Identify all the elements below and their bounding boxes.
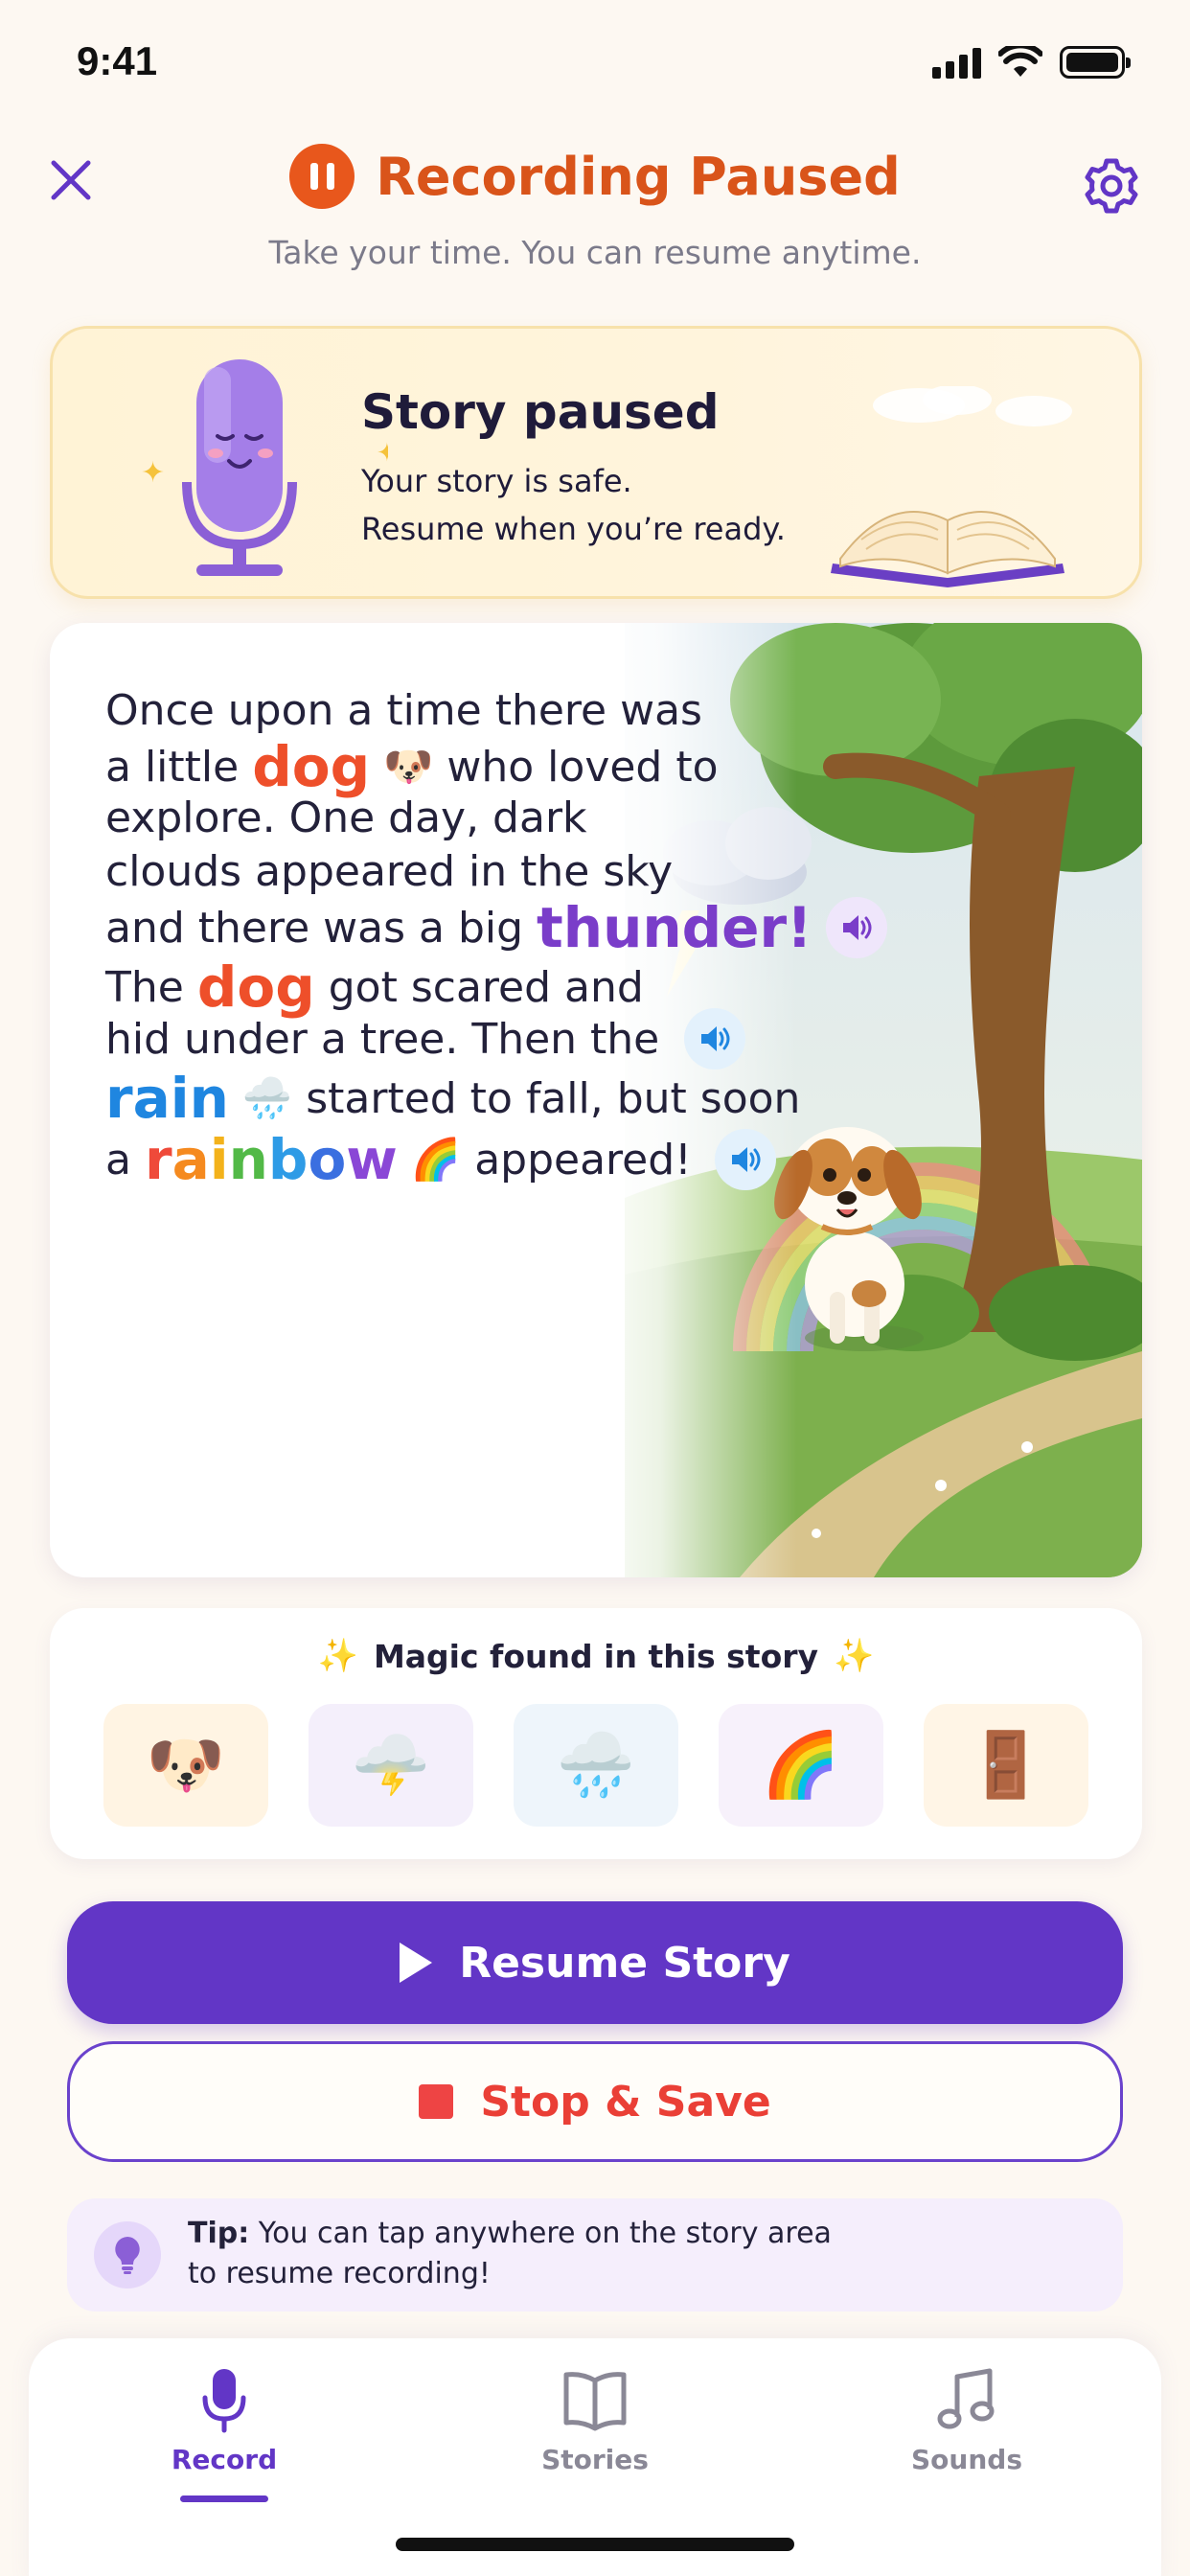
book-icon — [563, 2372, 627, 2431]
stop-label: Stop & Save — [480, 2077, 771, 2127]
rainbow-letter: i — [209, 1127, 229, 1192]
rainbow-letter: a — [172, 1127, 210, 1192]
rain-cloud-icon: 🌧️ — [241, 1074, 293, 1121]
story-text: clouds appeared in the sky — [105, 847, 674, 896]
gear-icon — [1085, 158, 1138, 214]
tip-line-2: to resume recording! — [188, 2257, 491, 2290]
story-line: Once upon a time there was — [105, 686, 702, 735]
rain-cloud-icon[interactable]: 🌧️ — [514, 1704, 678, 1827]
tab-stories[interactable]: Stories — [490, 2367, 700, 2501]
magic-title-row: ✨ Magic found in this story ✨ — [50, 1637, 1142, 1675]
battery-icon — [1060, 46, 1131, 79]
microphone-mascot-icon: ✦ ✦ — [141, 359, 388, 576]
rainbow-icon: 🌈 — [410, 1136, 462, 1183]
rainbow-icon[interactable]: 🌈 — [719, 1704, 883, 1827]
story-text: who loved to — [446, 742, 719, 792]
tip-prefix: Tip: — [188, 2217, 250, 2250]
story-line: hid under a tree. Then the — [105, 1008, 746, 1070]
speaker-icon — [731, 1147, 761, 1172]
story-text: hid under a tree. Then the — [105, 1014, 660, 1064]
story-line: explore. One day, dark — [105, 794, 587, 842]
story-text: started to fall, but soon — [306, 1073, 801, 1123]
dog-icon: 🐶 — [383, 743, 434, 790]
pause-icon — [289, 144, 355, 209]
settings-button[interactable] — [1081, 155, 1142, 217]
paused-title: Story paused — [361, 384, 720, 440]
story-line: a rainbow 🌈 appeared! — [105, 1127, 776, 1192]
sparkle-icon: ✨ — [834, 1637, 875, 1675]
keyword-thunder[interactable]: thunder! — [537, 895, 812, 960]
play-sound-button[interactable] — [684, 1008, 746, 1070]
play-icon — [400, 1943, 433, 1983]
speaker-icon — [701, 1026, 730, 1051]
story-text: a — [105, 1135, 131, 1184]
microphone-icon — [202, 2369, 246, 2433]
story-area[interactable]: Once upon a time there was a little dog … — [50, 623, 1142, 1577]
home-indicator — [396, 2538, 794, 2551]
lightbulb-icon — [94, 2221, 161, 2288]
rainbow-letter: b — [267, 1127, 309, 1192]
story-text: Once upon a time there was — [105, 686, 702, 735]
keyword-rain[interactable]: rain — [105, 1066, 229, 1131]
tip-line-1: You can tap anywhere on the story area — [258, 2217, 832, 2250]
story-paused-card: ✦ ✦ Story paused Your story is safe. Res… — [50, 326, 1142, 599]
tab-label: Stories — [541, 2444, 649, 2475]
resume-label: Resume Story — [459, 1938, 790, 1988]
story-line: clouds appeared in the sky — [105, 847, 673, 896]
magic-title: Magic found in this story — [373, 1637, 819, 1675]
play-thunder-sound-button[interactable] — [825, 897, 887, 958]
open-book-icon — [831, 386, 1072, 587]
tab-label: Record — [171, 2444, 278, 2475]
play-rainbow-sound-button[interactable] — [714, 1129, 776, 1190]
tab-record[interactable]: Record — [119, 2367, 330, 2502]
dog-icon[interactable]: 🐶 — [103, 1704, 268, 1827]
status-time: 9:41 — [77, 38, 158, 83]
page-title: Recording Paused — [376, 146, 901, 207]
rainbow-letter: w — [346, 1127, 398, 1192]
thunder-cloud-icon[interactable]: 🌩️ — [309, 1704, 473, 1827]
story-text: a little — [105, 742, 240, 792]
keyword-dog[interactable]: dog — [252, 734, 370, 799]
story-text: The — [105, 962, 184, 1012]
active-tab-indicator — [180, 2496, 268, 2502]
tab-sounds[interactable]: Sounds — [861, 2367, 1072, 2501]
rainbow-letter: n — [228, 1127, 268, 1192]
rainbow-letter: o — [308, 1127, 347, 1192]
story-text: and there was a big — [105, 903, 524, 953]
wifi-icon — [998, 46, 1042, 77]
svg-text:✦: ✦ — [141, 456, 165, 490]
stop-icon — [419, 2084, 454, 2119]
speaker-icon — [842, 915, 872, 940]
tip-text: Tip: You can tap anywhere on the story a… — [188, 2214, 832, 2294]
page-subtitle: Take your time. You can resume anytime. — [268, 234, 922, 271]
story-text: explore. One day, dark — [105, 794, 587, 842]
cellular-signal-icon — [932, 46, 981, 79]
story-text: got scared and — [328, 962, 644, 1012]
status-icons — [932, 46, 1131, 79]
sparkle-icon: ✨ — [317, 1637, 358, 1675]
paused-message-line-1: Your story is safe. — [361, 463, 632, 499]
stop-and-save-button[interactable]: Stop & Save — [67, 2041, 1123, 2162]
header: Recording Paused — [0, 144, 1190, 209]
story-text: appeared! — [474, 1135, 692, 1184]
story-line: rain 🌧️ started to fall, but soon — [105, 1066, 800, 1131]
status-bar: 9:41 — [0, 0, 1190, 125]
rainbow-letter: r — [144, 1127, 172, 1192]
tip-box: Tip: You can tap anywhere on the story a… — [67, 2198, 1123, 2312]
resume-story-button[interactable]: Resume Story — [67, 1901, 1123, 2024]
paused-message-line-2: Resume when you’re ready. — [361, 511, 786, 547]
keyword-rainbow[interactable]: rainbow — [145, 1127, 398, 1192]
magic-door-icon[interactable]: 🚪 — [924, 1704, 1088, 1827]
story-line: and there was a big thunder! — [105, 895, 887, 960]
magic-found-card: ✨ Magic found in this story ✨ 🐶 🌩️ 🌧️ 🌈 🚪 — [50, 1608, 1142, 1859]
story-line: a little dog 🐶 who loved to — [105, 734, 719, 799]
tab-label: Sounds — [911, 2444, 1022, 2475]
magic-items: 🐶 🌩️ 🌧️ 🌈 🚪 — [103, 1704, 1088, 1827]
music-note-icon — [937, 2368, 995, 2429]
